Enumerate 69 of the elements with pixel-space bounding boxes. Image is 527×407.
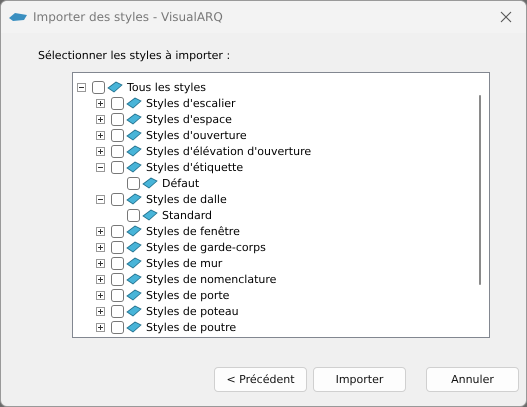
style-icon <box>126 289 142 301</box>
dialog-button[interactable]: Importer <box>313 367 406 392</box>
style-icon <box>126 129 142 141</box>
style-icon <box>126 273 142 285</box>
style-icon <box>126 145 142 157</box>
expand-icon[interactable] <box>96 258 105 268</box>
dialog-button[interactable]: < Précédent <box>214 367 307 392</box>
style-icon <box>126 97 142 109</box>
expand-icon[interactable] <box>96 226 105 236</box>
tree-item[interactable]: Styles de mur <box>146 256 222 270</box>
style-icon <box>142 177 158 189</box>
checkbox[interactable] <box>111 144 124 158</box>
style-icon <box>126 305 142 317</box>
checkbox[interactable] <box>111 128 124 142</box>
checkbox[interactable] <box>111 320 124 334</box>
checkbox[interactable] <box>92 80 105 94</box>
checkbox[interactable] <box>111 224 124 238</box>
expand-icon[interactable] <box>96 114 105 124</box>
close-icon[interactable] <box>500 11 512 23</box>
style-icon <box>126 193 142 205</box>
checkbox[interactable] <box>127 208 140 222</box>
checkbox[interactable] <box>111 192 124 206</box>
checkbox[interactable] <box>111 304 124 318</box>
expand-icon[interactable] <box>96 290 105 300</box>
style-icon <box>107 81 123 93</box>
style-icon <box>126 161 142 173</box>
tree-item[interactable]: Standard <box>162 208 212 222</box>
style-icon <box>126 225 142 237</box>
checkbox[interactable] <box>111 160 124 174</box>
tree-item[interactable]: Styles de garde-corps <box>146 240 266 254</box>
app-logo-icon <box>9 12 27 22</box>
tree-item[interactable]: Styles d'ouverture <box>146 128 247 142</box>
style-icon <box>142 209 158 221</box>
expand-icon[interactable] <box>96 322 105 332</box>
window-title: Importer des styles - VisualARQ <box>33 10 224 24</box>
tree-item[interactable]: Styles de porte <box>146 288 230 302</box>
expand-icon[interactable] <box>96 130 105 140</box>
checkbox[interactable] <box>111 256 124 270</box>
style-icon <box>126 241 142 253</box>
expand-icon[interactable] <box>96 306 105 316</box>
tree-item[interactable]: Défaut <box>162 176 200 190</box>
checkbox[interactable] <box>111 96 124 110</box>
checkbox[interactable] <box>111 272 124 286</box>
style-icon <box>126 257 142 269</box>
tree-item[interactable]: Styles d'escalier <box>146 96 236 110</box>
expand-icon[interactable] <box>96 146 105 156</box>
expand-icon[interactable] <box>96 274 105 284</box>
collapse-icon[interactable] <box>77 82 86 92</box>
checkbox[interactable] <box>111 112 124 126</box>
checkbox[interactable] <box>127 176 140 190</box>
tree-item[interactable]: Styles de nomenclature <box>146 272 276 286</box>
expand-icon[interactable] <box>96 242 105 252</box>
collapse-icon[interactable] <box>96 162 105 172</box>
expand-icon[interactable] <box>96 98 105 108</box>
tree-item[interactable]: Styles d'étiquette <box>146 160 244 174</box>
tree-item[interactable]: Styles de poteau <box>146 304 239 318</box>
tree-item[interactable]: Styles d'espace <box>146 112 232 126</box>
prompt-label: Sélectionner les styles à importer : <box>38 49 232 62</box>
tree-item[interactable]: Styles de fenêtre <box>146 224 240 238</box>
style-icon <box>126 321 142 333</box>
tree-item[interactable]: Tous les styles <box>127 80 206 94</box>
checkbox[interactable] <box>111 240 124 254</box>
dialog-button[interactable]: Annuler <box>426 367 519 392</box>
checkbox[interactable] <box>111 288 124 302</box>
tree-item[interactable]: Styles de dalle <box>146 192 227 206</box>
tree-item[interactable]: Styles de poutre <box>146 320 236 334</box>
tree-item[interactable]: Styles d'élévation d'ouverture <box>146 144 312 158</box>
collapse-icon[interactable] <box>96 194 105 204</box>
style-icon <box>126 113 142 125</box>
